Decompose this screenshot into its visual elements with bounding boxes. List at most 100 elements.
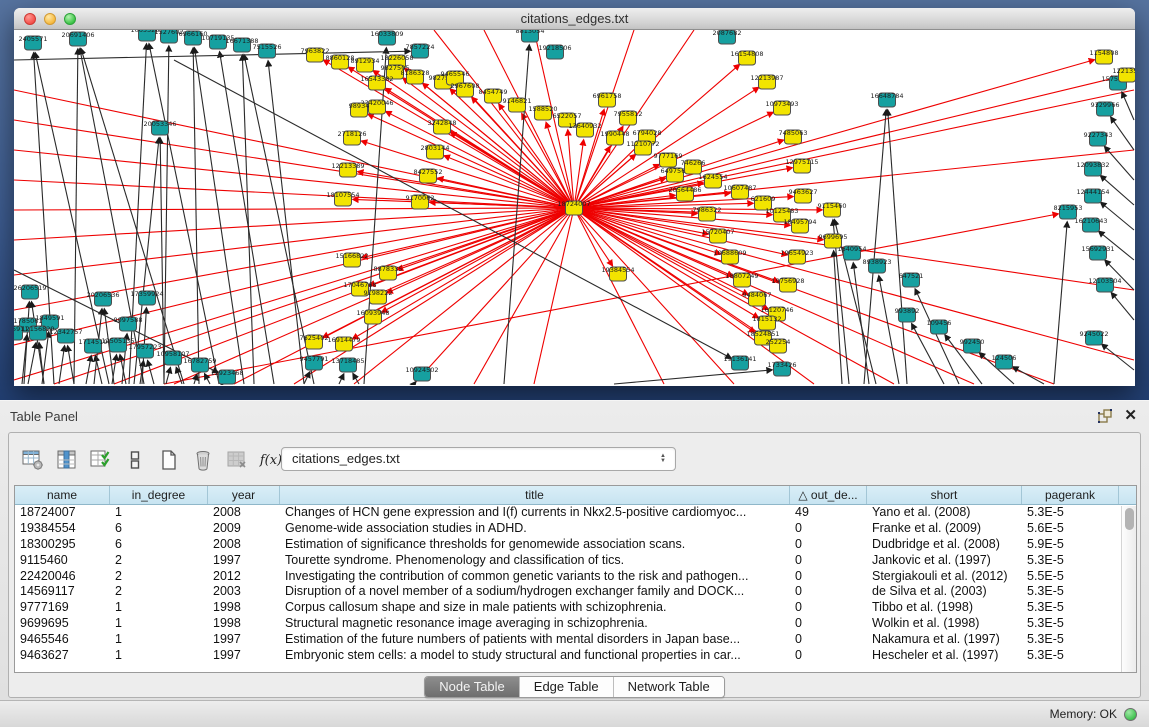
new-column-icon[interactable] bbox=[157, 448, 181, 472]
graph-node[interactable]: 16543382 bbox=[360, 75, 393, 90]
graph-node[interactable]: 16093948 bbox=[356, 309, 389, 324]
graph-node[interactable]: 16210643 bbox=[1074, 217, 1107, 232]
tab-edge-table[interactable]: Edge Table bbox=[520, 677, 614, 697]
graph-node[interactable]: 1733426 bbox=[768, 361, 797, 376]
row-selection-icon[interactable] bbox=[89, 448, 113, 472]
graph-node[interactable]: 12213987 bbox=[750, 74, 783, 89]
table-row[interactable]: 977716911998Corpus callosum shape and si… bbox=[15, 600, 1136, 616]
graph-node[interactable]: 8427552 bbox=[414, 168, 443, 183]
table-row[interactable]: 969969511998Structural magnetic resonanc… bbox=[15, 616, 1136, 632]
graph-node[interactable]: 12975115 bbox=[785, 158, 818, 173]
graph-node[interactable]: 16914479 bbox=[327, 336, 360, 351]
graph-node[interactable]: 19384554 bbox=[601, 266, 634, 281]
graph-node[interactable]: 26206519 bbox=[14, 284, 47, 299]
graph-node[interactable]: 18807249 bbox=[725, 272, 758, 287]
graph-node[interactable]: 252254 bbox=[766, 338, 791, 353]
graph-node[interactable]: 2803144 bbox=[421, 144, 450, 159]
column-header-short[interactable]: short bbox=[867, 486, 1022, 504]
graph-node[interactable]: 746266 bbox=[681, 159, 706, 174]
graph-node[interactable]: 18495794 bbox=[783, 218, 816, 233]
graph-node[interactable]: 1990448 bbox=[601, 130, 630, 145]
minimize-window-icon[interactable] bbox=[44, 13, 56, 25]
float-panel-icon[interactable] bbox=[1097, 408, 1113, 424]
graph-node[interactable]: 993892 bbox=[895, 307, 920, 322]
column-header-in_degree[interactable]: in_degree bbox=[110, 486, 208, 504]
graph-node[interactable]: 9245022 bbox=[1080, 330, 1109, 345]
graph-node[interactable]: 7986322 bbox=[693, 206, 722, 221]
graph-node[interactable]: 124506 bbox=[992, 354, 1017, 369]
scrollbar-thumb[interactable] bbox=[1125, 508, 1134, 530]
graph-node[interactable]: 9329966 bbox=[1091, 101, 1120, 116]
table-row[interactable]: 1456911722003Disruption of a novel membe… bbox=[15, 584, 1136, 600]
graph-node[interactable]: 8938923 bbox=[863, 258, 892, 273]
column-visibility-icon[interactable] bbox=[55, 448, 79, 472]
graph-node[interactable]: 2087682 bbox=[713, 30, 742, 44]
graph-node[interactable]: 9146821 bbox=[503, 97, 532, 112]
graph-node[interactable]: 15720407 bbox=[701, 228, 734, 243]
graph-node[interactable]: 19136141 bbox=[723, 355, 756, 370]
graph-node[interactable]: 1815132 bbox=[753, 315, 782, 330]
graph-node[interactable]: 10973493 bbox=[765, 100, 798, 115]
table-row[interactable]: 946362711997Embryonic stem cells: a mode… bbox=[15, 648, 1136, 664]
graph-node[interactable]: 7955812 bbox=[614, 110, 643, 125]
graph-node[interactable]: 7625402 bbox=[300, 334, 329, 349]
zoom-window-icon[interactable] bbox=[64, 13, 76, 25]
graph-node[interactable]: 1154808 bbox=[1090, 49, 1119, 64]
tab-network-table[interactable]: Network Table bbox=[614, 677, 724, 697]
network-view-window[interactable]: citations_edges.txt 18724007240557120691… bbox=[14, 8, 1135, 386]
table-vertical-scrollbar[interactable] bbox=[1121, 506, 1136, 672]
graph-node[interactable]: 9115460 bbox=[818, 202, 847, 217]
table-row[interactable]: 911546021997Tourette syndrome. Phenomeno… bbox=[15, 553, 1136, 569]
graph-node[interactable]: 16648784 bbox=[870, 92, 903, 107]
graph-node[interactable]: 98934 bbox=[349, 102, 370, 117]
graph-node[interactable]: 10688609 bbox=[713, 249, 746, 264]
graph-node[interactable]: 9463627 bbox=[789, 188, 818, 203]
graph-node[interactable]: 9198222 bbox=[364, 289, 393, 304]
graph-node[interactable]: 2405571 bbox=[19, 35, 48, 50]
graph-node[interactable]: 12103504 bbox=[1088, 277, 1121, 292]
function-builder-icon[interactable]: f(x) bbox=[259, 448, 283, 472]
column-header-name[interactable]: name bbox=[15, 486, 110, 504]
delete-table-icon[interactable] bbox=[225, 448, 249, 472]
rows-icon[interactable] bbox=[123, 448, 147, 472]
table-selector-combo[interactable]: citations_edges.txt ▲▼ bbox=[281, 447, 676, 471]
graph-node[interactable]: 8912934 bbox=[351, 57, 380, 72]
graph-node[interactable]: 7515526 bbox=[253, 43, 282, 58]
graph-node[interactable]: 8878335 bbox=[374, 265, 403, 280]
column-header-pagerank[interactable]: pagerank bbox=[1022, 486, 1119, 504]
graph-node[interactable]: 9484067 bbox=[743, 291, 772, 306]
graph-node[interactable]: 20053346 bbox=[143, 120, 176, 135]
tab-node-table[interactable]: Node Table bbox=[425, 677, 520, 697]
graph-node[interactable]: 9227343 bbox=[1084, 131, 1113, 146]
column-header-year[interactable]: year bbox=[208, 486, 280, 504]
graph-node[interactable]: 16154808 bbox=[730, 50, 763, 65]
graph-node[interactable]: 12444154 bbox=[1076, 188, 1109, 203]
graph-node[interactable]: 8186328 bbox=[401, 69, 430, 84]
column-header-title[interactable]: title bbox=[280, 486, 790, 504]
graph-node[interactable]: 18107554 bbox=[326, 191, 359, 206]
graph-node[interactable]: 992450 bbox=[960, 338, 985, 353]
graph-node[interactable]: 647521 bbox=[899, 272, 924, 287]
graph-node[interactable]: 10924502 bbox=[405, 366, 438, 381]
table-mode-icon[interactable] bbox=[21, 448, 45, 472]
table-row[interactable]: 1872400712008Changes of HCN gene express… bbox=[15, 505, 1136, 521]
graph-node[interactable]: 19756928 bbox=[771, 277, 804, 292]
delete-column-icon[interactable] bbox=[191, 448, 215, 472]
graph-node[interactable]: 13718485 bbox=[331, 357, 364, 372]
column-header-out_de[interactable]: △ out_de... bbox=[790, 486, 867, 504]
graph-node[interactable]: 15692931 bbox=[1081, 245, 1114, 260]
graph-node[interactable]: 2967608 bbox=[451, 82, 480, 97]
close-window-icon[interactable] bbox=[24, 13, 36, 25]
graph-node[interactable]: 20691406 bbox=[61, 31, 94, 46]
graph-node[interactable]: 8813054 bbox=[516, 30, 545, 42]
table-row[interactable]: 1938455462009Genome-wide association stu… bbox=[15, 521, 1136, 537]
table-row[interactable]: 1830029562008Estimation of significance … bbox=[15, 537, 1136, 553]
graph-node[interactable]: 6961758 bbox=[593, 92, 622, 107]
graph-node[interactable]: 9097588 bbox=[114, 316, 143, 331]
network-canvas[interactable]: 1872400724055712069140610653287152760269… bbox=[14, 30, 1135, 385]
graph-node[interactable]: 7485063 bbox=[779, 129, 808, 144]
graph-node[interactable]: 16033809 bbox=[370, 30, 403, 45]
table-row[interactable]: 2242004622012Investigating the contribut… bbox=[15, 569, 1136, 585]
graph-node[interactable]: 19218506 bbox=[538, 44, 571, 59]
close-panel-icon[interactable]: ✕ bbox=[1124, 406, 1137, 424]
